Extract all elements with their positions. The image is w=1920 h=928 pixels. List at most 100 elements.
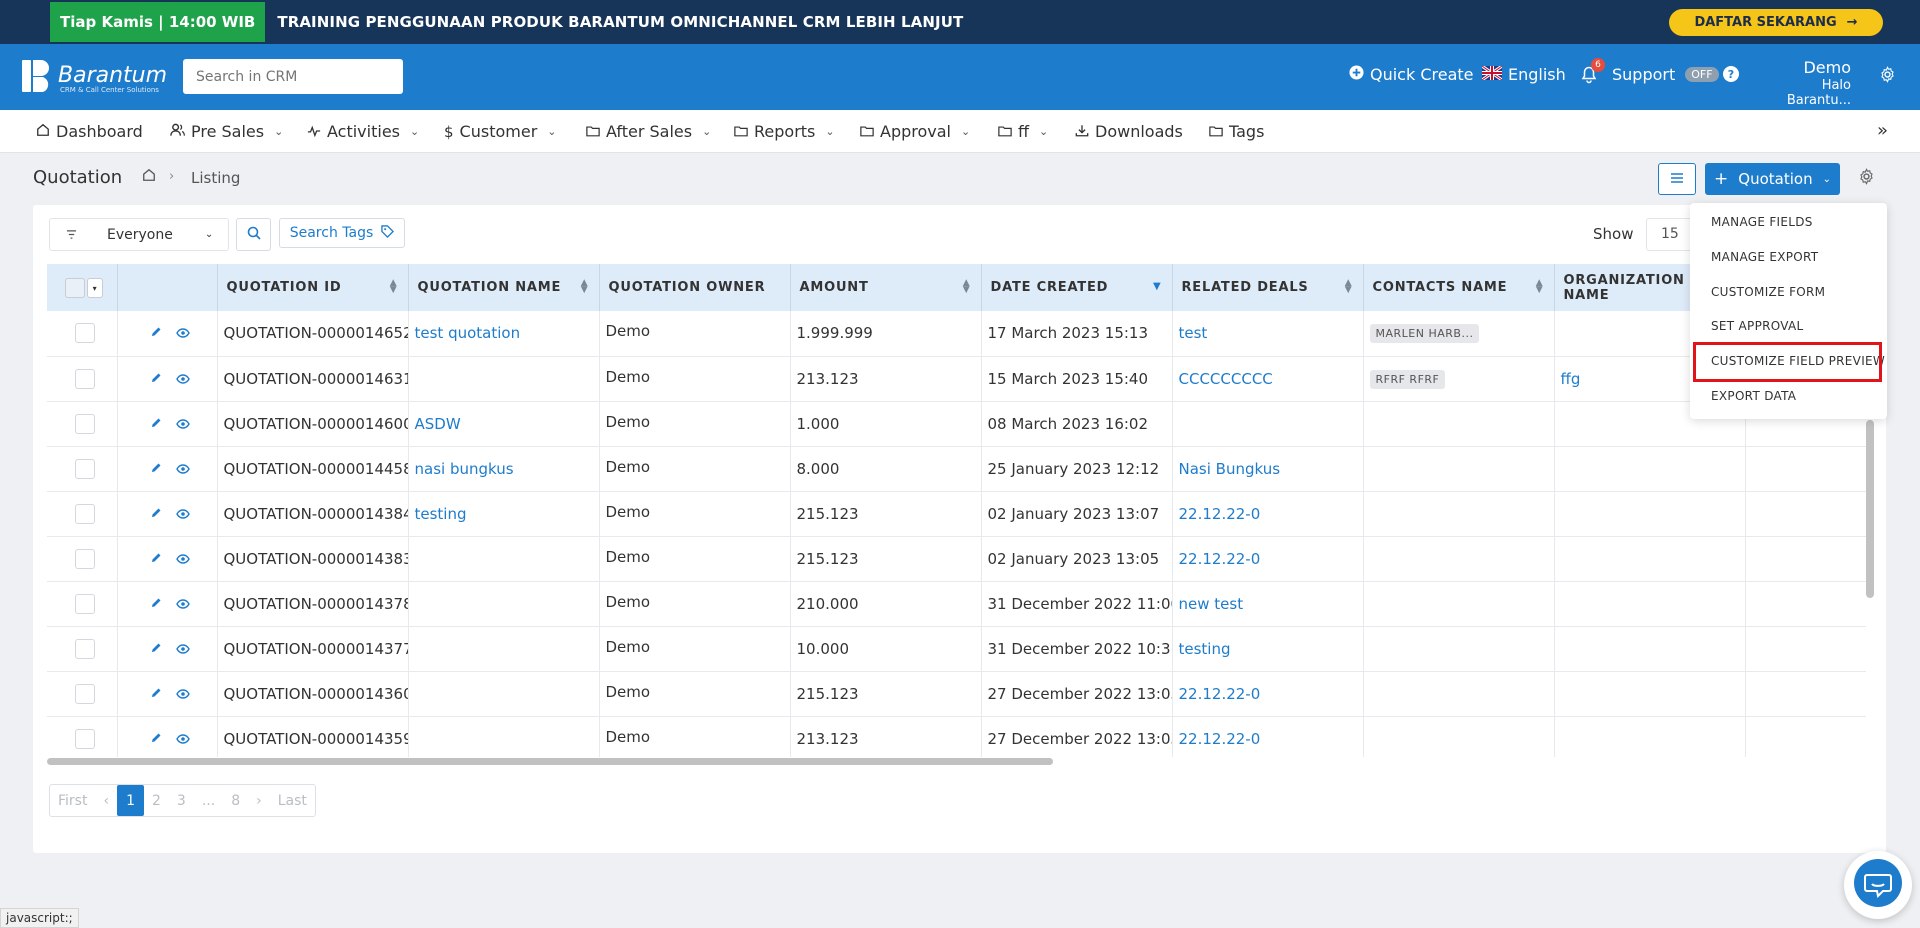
edit-icon[interactable] (150, 505, 162, 523)
related-deal-link[interactable]: CCCCCCCCC (1172, 356, 1364, 402)
quotation-name-link[interactable] (408, 536, 600, 582)
related-deal-link[interactable]: test (1172, 311, 1364, 357)
related-deal-link[interactable]: testing (1172, 626, 1364, 672)
table-row[interactable]: QUOTATION-0000014600 ASDW Demo 1.000 08 … (47, 401, 1866, 447)
nav-tags[interactable]: Tags (1209, 122, 1264, 141)
quotation-name-link[interactable] (408, 356, 600, 402)
vertical-scrollbar[interactable] (1866, 420, 1874, 598)
organization-name-link[interactable] (1554, 491, 1746, 537)
eye-icon[interactable] (175, 550, 190, 568)
chevron-down-icon[interactable]: ▾ (87, 277, 103, 298)
organization-name-link[interactable] (1554, 671, 1746, 717)
help-button[interactable]: ? (1723, 66, 1739, 86)
organization-name-link[interactable] (1554, 626, 1746, 672)
table-row[interactable]: QUOTATION-0000014377 Demo 10.000 31 Dece… (47, 626, 1866, 672)
select-all-checkbox[interactable] (65, 277, 85, 298)
nav-dashboard[interactable]: Dashboard (36, 122, 143, 141)
nav-ff[interactable]: ff ⌄ (998, 122, 1048, 141)
pagination-first[interactable]: First (50, 785, 95, 816)
nav-approval[interactable]: Approval ⌄ (860, 122, 970, 141)
related-deal-link[interactable]: 22.12.22-0 (1172, 491, 1364, 537)
eye-icon[interactable] (175, 415, 190, 433)
list-view-button[interactable] (1658, 163, 1696, 195)
related-deal-link[interactable]: Nasi Bungkus (1172, 446, 1364, 492)
row-checkbox[interactable] (75, 323, 95, 344)
related-deal-link[interactable]: 22.12.22-0 (1172, 716, 1364, 757)
row-checkbox[interactable] (75, 728, 95, 749)
support-toggle[interactable]: Support OFF (1612, 65, 1719, 84)
row-checkbox[interactable] (75, 503, 95, 524)
eye-icon[interactable] (175, 324, 190, 342)
row-checkbox[interactable] (75, 368, 95, 389)
notification-button[interactable]: 6 (1581, 58, 1605, 88)
row-checkbox[interactable] (75, 683, 95, 704)
nav-reports[interactable]: Reports ⌄ (734, 122, 835, 141)
sort-icon[interactable]: ▲ ▼ (390, 279, 398, 295)
owner-filter-select[interactable]: Everyone ⌄ (49, 218, 229, 251)
menu-item-customize-form[interactable]: CUSTOMIZE FORM (1711, 285, 1825, 299)
user-greeting[interactable]: Halo Barantu... (1757, 78, 1851, 108)
related-deal-link[interactable] (1172, 401, 1364, 447)
pagination-page[interactable]: 2 (144, 785, 169, 816)
related-deal-link[interactable]: 22.12.22-0 (1172, 671, 1364, 717)
edit-icon[interactable] (150, 730, 162, 748)
nav-pre-sales[interactable]: Pre Sales ⌄ (170, 122, 283, 141)
menu-item-manage-export[interactable]: MANAGE EXPORT (1711, 250, 1818, 264)
quotation-name-link[interactable] (408, 581, 600, 627)
quotation-name-link[interactable] (408, 626, 600, 672)
column-header-date-created[interactable]: DATE CREATED ▼ (981, 264, 1173, 311)
edit-icon[interactable] (150, 685, 162, 703)
search-tags-button[interactable]: Search Tags (279, 218, 405, 248)
menu-item-set-approval[interactable]: SET APPROVAL (1711, 319, 1804, 333)
organization-name-link[interactable] (1554, 536, 1746, 582)
column-header-quotation-owner[interactable]: QUOTATION OWNER (599, 264, 791, 311)
eye-icon[interactable] (175, 640, 190, 658)
chat-widget-button[interactable] (1844, 851, 1912, 919)
quick-create-button[interactable]: Quick Create (1349, 65, 1474, 84)
nav-activities[interactable]: Activities ⌄ (307, 122, 419, 141)
table-row[interactable]: QUOTATION-0000014384 testing Demo 215.12… (47, 491, 1866, 537)
sort-icon[interactable]: ▲ ▼ (581, 279, 589, 295)
organization-name-link[interactable] (1554, 581, 1746, 627)
nav-customer[interactable]: $ Customer ⌄ (444, 122, 556, 141)
row-checkbox[interactable] (75, 593, 95, 614)
contact-tag[interactable]: MARLEN HARB... (1369, 324, 1480, 344)
table-row[interactable]: QUOTATION-0000014359 Demo 213.123 27 Dec… (47, 716, 1866, 757)
crm-search-input[interactable] (183, 59, 403, 94)
edit-icon[interactable] (150, 550, 162, 568)
row-checkbox[interactable] (75, 638, 95, 659)
language-selector[interactable]: English (1481, 64, 1566, 84)
nav-more-icon[interactable]: » (1877, 120, 1888, 141)
table-row[interactable]: QUOTATION-0000014383 Demo 215.123 02 Jan… (47, 536, 1866, 582)
row-checkbox[interactable] (75, 458, 95, 479)
edit-icon[interactable] (150, 324, 162, 342)
related-deal-link[interactable]: new test (1172, 581, 1364, 627)
horizontal-scrollbar[interactable] (47, 758, 1053, 765)
row-checkbox[interactable] (75, 413, 95, 434)
nav-after-sales[interactable]: After Sales ⌄ (586, 122, 711, 141)
sort-icon[interactable]: ▲ ▼ (963, 279, 971, 295)
eye-icon[interactable] (175, 505, 190, 523)
page-settings-button[interactable] (1858, 168, 1875, 189)
column-header-quotation-id[interactable]: QUOTATION ID ▲ ▼ (217, 264, 409, 311)
register-now-button[interactable]: DAFTAR SEKARANG → (1669, 9, 1883, 36)
menu-item-export-data[interactable]: EXPORT DATA (1711, 389, 1796, 403)
pagination-next[interactable]: › (248, 785, 270, 816)
eye-icon[interactable] (175, 370, 190, 388)
quotation-name-link[interactable]: test quotation (408, 311, 600, 357)
user-name[interactable]: Demo (1776, 58, 1851, 77)
table-row[interactable]: QUOTATION-0000014631 Demo 213.123 15 Mar… (47, 356, 1866, 402)
quotation-name-link[interactable] (408, 671, 600, 717)
eye-icon[interactable] (175, 730, 190, 748)
sort-desc-icon[interactable]: ▼ (1153, 282, 1162, 292)
quotation-name-link[interactable]: testing (408, 491, 600, 537)
column-header-quotation-name[interactable]: QUOTATION NAME ▲ ▼ (408, 264, 600, 311)
add-quotation-button[interactable]: + Quotation ⌄ (1705, 163, 1840, 195)
edit-icon[interactable] (150, 370, 162, 388)
edit-icon[interactable] (150, 595, 162, 613)
home-icon[interactable] (142, 168, 156, 186)
related-deal-link[interactable]: 22.12.22-0 (1172, 536, 1364, 582)
table-row[interactable]: QUOTATION-0000014378 Demo 210.000 31 Dec… (47, 581, 1866, 627)
column-header-amount[interactable]: AMOUNT ▲ ▼ (790, 264, 982, 311)
column-header-contacts-name[interactable]: CONTACTS NAME ▲ ▼ (1363, 264, 1555, 311)
